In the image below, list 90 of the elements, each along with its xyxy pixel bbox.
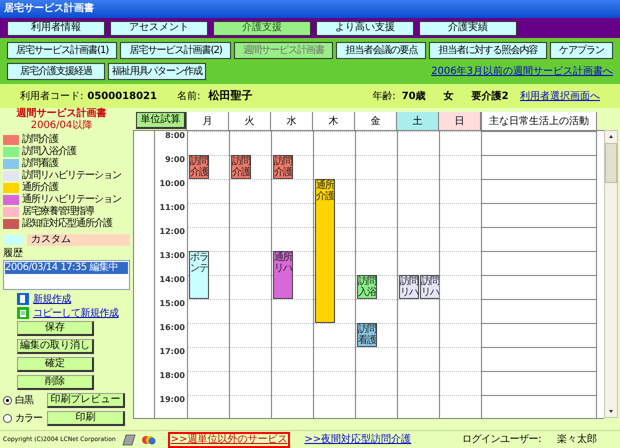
time-label: 19:00 xyxy=(160,395,185,406)
action-button[interactable]: 削除 xyxy=(17,375,94,390)
unit-calc-button[interactable]: 単位試算 xyxy=(136,112,186,129)
day-header: 金 xyxy=(355,112,397,130)
sub-tab[interactable]: 担当者に対する照会内容 xyxy=(429,42,547,59)
radio-label: 白黒 xyxy=(15,394,34,408)
sub-tab[interactable]: 担当者会議の要点 xyxy=(336,42,426,59)
sub-tab[interactable]: 福祉用具パターン作成 xyxy=(108,63,206,80)
age-value: 70歳 xyxy=(402,90,426,104)
footer-link[interactable]: >>週単位以外のサービス xyxy=(168,432,290,448)
notebook-icon[interactable] xyxy=(122,434,136,446)
window-title: 居宅サービス計画書 xyxy=(4,4,94,14)
schedule-block[interactable]: 訪問看護 xyxy=(357,323,377,347)
sub-tab[interactable]: 週間サービス計画書 xyxy=(234,42,334,59)
login-user-name: 楽々太郎 xyxy=(557,434,597,446)
legend-label: 訪問リハビリテーション xyxy=(22,170,121,182)
legend-label: 認知症対応型通所介護 xyxy=(22,218,112,230)
time-label: 14:00 xyxy=(160,275,185,286)
sub-tab[interactable]: 居宅サービス計画書(2) xyxy=(120,42,231,59)
history-label: 履歴 xyxy=(3,248,24,260)
time-label: 13:00 xyxy=(160,251,185,262)
footer-link[interactable]: >>夜間対応型訪問介護 xyxy=(304,434,412,446)
schedule-block[interactable]: 訪問リハ xyxy=(399,275,419,299)
day-header: 月 xyxy=(187,112,229,130)
time-label: 18:00 xyxy=(160,371,185,382)
day-header: 土 xyxy=(397,112,439,130)
schedule-block[interactable]: ボランテ xyxy=(189,251,209,299)
schedule-block[interactable]: 訪問介護 xyxy=(231,155,251,179)
link[interactable]: 新規作成 xyxy=(33,292,71,306)
day-header: 日 xyxy=(439,112,481,130)
link[interactable]: コピーして新規作成 xyxy=(33,306,118,320)
people-icon[interactable] xyxy=(142,434,156,446)
legend-label: 訪問介護 xyxy=(22,134,58,146)
legend-label: 訪問入浴介護 xyxy=(22,146,76,158)
nav-tab[interactable]: 介護支援 xyxy=(213,20,311,36)
radio-label: カラー xyxy=(15,412,44,426)
time-label: 8:00 xyxy=(165,131,185,142)
action-button[interactable]: 保存 xyxy=(17,321,94,336)
sex-value: 女 xyxy=(444,90,454,104)
day-header: 水 xyxy=(271,112,313,130)
scrollbar[interactable] xyxy=(604,130,618,418)
legend-label: 通所リハビリテーション xyxy=(22,194,121,206)
document-icon[interactable] xyxy=(17,293,29,305)
custom-label: カスタム xyxy=(27,234,130,246)
user-select-link[interactable]: 利用者選択画面へ xyxy=(520,88,600,104)
sub-tab[interactable]: ケアプラン xyxy=(550,42,614,59)
time-label: 12:00 xyxy=(160,227,185,238)
history-list[interactable]: 2006/03/14 17:35 編集中 xyxy=(3,260,130,290)
login-user-label: ログインユーザー: xyxy=(462,434,541,446)
print-button[interactable]: 印刷 xyxy=(47,411,125,426)
schedule-block[interactable]: 訪問介護 xyxy=(273,155,293,179)
time-label: 9:00 xyxy=(165,155,185,166)
print-button[interactable]: 印刷プレビュー xyxy=(47,393,125,408)
action-button[interactable]: 確定 xyxy=(17,357,94,372)
nav-tab[interactable]: 介護実績 xyxy=(419,20,517,36)
legend-label: 居宅療養管理指導 xyxy=(22,206,94,218)
schedule-block[interactable]: 訪問入浴 xyxy=(357,275,377,299)
nav-tab[interactable]: 利用者情報 xyxy=(7,20,105,36)
scrollbar-thumb[interactable] xyxy=(605,143,617,183)
copy-icon[interactable] xyxy=(17,307,29,319)
age-label: 年齢: xyxy=(372,90,396,104)
user-code-label: 利用者コード: xyxy=(20,90,84,104)
schedule-block[interactable]: 通所リハ xyxy=(273,251,293,299)
time-label: 16:00 xyxy=(160,323,185,334)
schedule-block[interactable]: 通所介護 xyxy=(315,179,335,323)
action-button[interactable]: 編集の取り消し xyxy=(17,339,94,354)
care-level: 要介護2 xyxy=(472,90,509,104)
name-label: 名前: xyxy=(176,90,200,104)
old-plan-link[interactable]: 2006年3月以前の週間サービス計画書へ xyxy=(431,66,613,76)
time-label: 15:00 xyxy=(160,299,185,310)
radio-button[interactable] xyxy=(3,396,12,405)
legend-label: 訪問看護 xyxy=(22,158,58,170)
history-item[interactable]: 2006/03/14 17:35 編集中 xyxy=(5,262,128,274)
day-header: 火 xyxy=(229,112,271,130)
schedule-block[interactable]: 訪問介護 xyxy=(189,155,209,179)
plan-period: 2006/04以降 xyxy=(30,120,94,132)
time-label: 11:00 xyxy=(160,203,185,214)
user-name: 松田聖子 xyxy=(208,88,252,104)
legend-label: 通所介護 xyxy=(22,182,58,194)
time-label: 17:00 xyxy=(160,347,185,358)
sub-tab[interactable]: 居宅介護支援経過 xyxy=(7,63,105,80)
activity-column-header: 主な日常生活上の活動 xyxy=(481,112,597,130)
nav-tab[interactable]: アセスメント xyxy=(110,20,208,36)
nav-tab[interactable]: より高い支援 xyxy=(316,20,414,36)
plan-title: 週間サービス計画書 xyxy=(16,108,108,120)
user-code: 0500018021 xyxy=(87,90,157,104)
radio-button[interactable] xyxy=(3,414,12,423)
day-header: 木 xyxy=(313,112,355,130)
sub-tab[interactable]: 居宅サービス計画書(1) xyxy=(7,42,118,59)
time-label: 10:00 xyxy=(160,179,185,190)
